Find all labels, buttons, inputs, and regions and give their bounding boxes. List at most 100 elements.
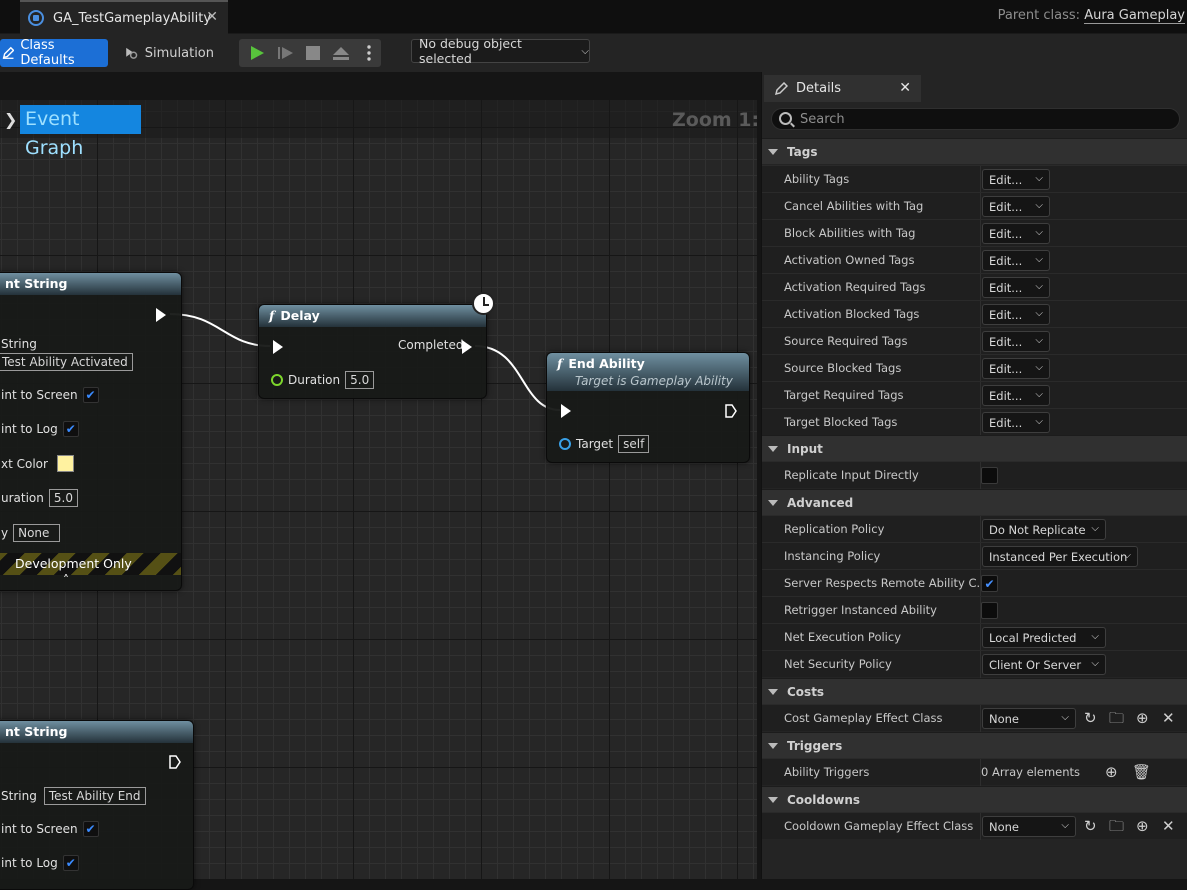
- eject-icon[interactable]: [332, 45, 350, 61]
- edit-tags-button[interactable]: Edit... ⌵: [982, 358, 1050, 379]
- edit-tags-button[interactable]: Edit... ⌵: [982, 412, 1050, 433]
- pencil-icon: [2, 46, 15, 59]
- document-tab[interactable]: GA_TestGameplayAbility ✕: [20, 0, 228, 34]
- checkbox-checked[interactable]: ✔: [82, 821, 99, 837]
- property-label: Cancel Abilities with Tag: [784, 199, 924, 213]
- replication-policy-dropdown[interactable]: Do Not Replicate ⌵: [982, 519, 1106, 540]
- checkbox-unchecked[interactable]: [981, 602, 998, 619]
- use-selected-icon[interactable]: ↻: [1084, 709, 1097, 727]
- property-row: Target Blocked Tags Edit... ⌵: [762, 408, 1187, 436]
- edit-tags-button[interactable]: Edit... ⌵: [982, 304, 1050, 325]
- instancing-policy-dropdown[interactable]: Instanced Per Execution ⌵: [982, 546, 1138, 567]
- browse-folder-icon[interactable]: 🗀: [1109, 817, 1124, 835]
- breadcrumb[interactable]: Event Graph: [20, 105, 141, 159]
- color-swatch[interactable]: [56, 455, 74, 472]
- more-options-icon[interactable]: [367, 45, 371, 61]
- pin-label: int to Screen: [1, 822, 78, 836]
- edit-tags-button[interactable]: Edit... ⌵: [982, 169, 1050, 190]
- search-icon: [779, 112, 792, 125]
- float-pin-icon[interactable]: [271, 374, 283, 386]
- pin-label: Duration: [288, 373, 341, 387]
- exec-out-pin-empty[interactable]: [725, 404, 737, 418]
- duration-field[interactable]: 5.0: [345, 371, 375, 389]
- section-costs[interactable]: Costs: [762, 678, 1187, 704]
- object-pin-icon[interactable]: [559, 438, 571, 450]
- search-input[interactable]: Search: [771, 108, 1180, 130]
- net-execution-dropdown[interactable]: Local Predicted ⌵: [982, 627, 1106, 648]
- tab-bar: GA_TestGameplayAbility ✕ Parent class: A…: [0, 0, 1187, 34]
- exec-in-pin[interactable]: [273, 340, 283, 354]
- chevron-down-icon: ⌵: [1035, 227, 1043, 238]
- edit-tags-button[interactable]: Edit... ⌵: [982, 277, 1050, 298]
- simulation-button[interactable]: Simulation: [118, 39, 220, 67]
- exec-out-pin[interactable]: [156, 308, 166, 322]
- dropdown-value: Instanced Per Execution: [989, 549, 1128, 564]
- delay-node[interactable]: f Delay Completed Duration 5.0: [258, 304, 487, 399]
- section-cooldowns[interactable]: Cooldowns: [762, 786, 1187, 812]
- clear-icon[interactable]: ✕: [1162, 817, 1175, 835]
- add-element-icon[interactable]: ⊕: [1105, 763, 1118, 781]
- browse-folder-icon[interactable]: 🗀: [1109, 709, 1124, 727]
- pencil-icon: [774, 81, 788, 95]
- close-icon[interactable]: ✕: [899, 80, 911, 96]
- chevron-down-icon: ⌵: [1091, 523, 1099, 534]
- print-string-node[interactable]: nt String String Test Ability Activated …: [0, 272, 182, 591]
- edit-tags-button[interactable]: Edit... ⌵: [982, 223, 1050, 244]
- in-string-value[interactable]: Test Ability Activated: [0, 353, 133, 371]
- clear-icon[interactable]: ✕: [1162, 709, 1175, 727]
- checkbox-checked[interactable]: ✔: [82, 387, 99, 403]
- delete-all-icon[interactable]: 🗑: [1132, 763, 1151, 781]
- search-placeholder: Search: [800, 111, 845, 127]
- in-string-field[interactable]: Test Ability Activated: [0, 353, 133, 371]
- section-triggers[interactable]: Triggers: [762, 732, 1187, 758]
- key-pin: y None: [1, 524, 61, 542]
- cost-class-dropdown[interactable]: None ⌵: [982, 708, 1076, 729]
- add-icon[interactable]: ⊕: [1136, 817, 1149, 835]
- section-label: Input: [787, 441, 823, 456]
- target-field[interactable]: self: [618, 435, 650, 453]
- duration-field[interactable]: 5.0: [48, 489, 78, 507]
- close-tab-icon[interactable]: ✕: [206, 9, 218, 25]
- edit-tags-button[interactable]: Edit... ⌵: [982, 385, 1050, 406]
- exec-in-pin[interactable]: [561, 404, 571, 418]
- cooldown-class-dropdown[interactable]: None ⌵: [982, 816, 1076, 837]
- property-row: Source Blocked Tags Edit... ⌵: [762, 354, 1187, 382]
- edit-label: Edit...: [989, 388, 1023, 403]
- net-security-dropdown[interactable]: Client Or Server ⌵: [982, 654, 1106, 675]
- step-icon[interactable]: [277, 45, 295, 61]
- key-field[interactable]: None: [13, 524, 61, 542]
- exec-out-pin[interactable]: [462, 340, 472, 354]
- completed-pin: Completed: [398, 338, 463, 352]
- collapse-arrow-icon[interactable]: ˄: [63, 573, 69, 587]
- blueprint-icon: [28, 10, 44, 26]
- class-defaults-button[interactable]: Class Defaults: [0, 38, 108, 68]
- edit-tags-button[interactable]: Edit... ⌵: [982, 250, 1050, 271]
- pin-label: Completed: [398, 338, 464, 352]
- checkbox-checked[interactable]: ✔: [62, 421, 79, 437]
- checkbox-checked[interactable]: ✔: [62, 855, 79, 871]
- in-string-field[interactable]: Test Ability End: [43, 787, 146, 805]
- chevron-down-icon: ⌵: [581, 45, 589, 57]
- section-tags[interactable]: Tags: [762, 138, 1187, 164]
- details-tab[interactable]: Details ✕: [764, 75, 921, 102]
- chevron-down-icon: ⌵: [1035, 281, 1043, 292]
- chevron-right-icon[interactable]: ❯: [4, 110, 17, 129]
- checkbox-unchecked[interactable]: [981, 467, 998, 484]
- class-defaults-label: Class Defaults: [20, 38, 75, 68]
- stop-icon[interactable]: [306, 46, 320, 60]
- parent-class-link[interactable]: Aura Gameplay: [1084, 8, 1185, 24]
- section-advanced[interactable]: Advanced: [762, 489, 1187, 515]
- add-icon[interactable]: ⊕: [1136, 709, 1149, 727]
- collapse-icon: [768, 148, 778, 155]
- exec-out-pin-empty[interactable]: [169, 755, 181, 769]
- checkbox-checked[interactable]: ✔: [981, 575, 998, 592]
- debug-object-dropdown[interactable]: No debug object selected ⌵: [411, 36, 590, 66]
- end-ability-node[interactable]: f End Ability Target is Gameplay Ability …: [546, 352, 750, 463]
- play-icon[interactable]: [249, 45, 265, 61]
- print-string-node-2[interactable]: nt String String Test Ability End int to …: [0, 720, 194, 890]
- section-input[interactable]: Input: [762, 435, 1187, 461]
- chevron-down-icon: ⌵: [1091, 631, 1099, 642]
- use-selected-icon[interactable]: ↻: [1084, 817, 1097, 835]
- edit-tags-button[interactable]: Edit... ⌵: [982, 196, 1050, 217]
- edit-tags-button[interactable]: Edit... ⌵: [982, 331, 1050, 352]
